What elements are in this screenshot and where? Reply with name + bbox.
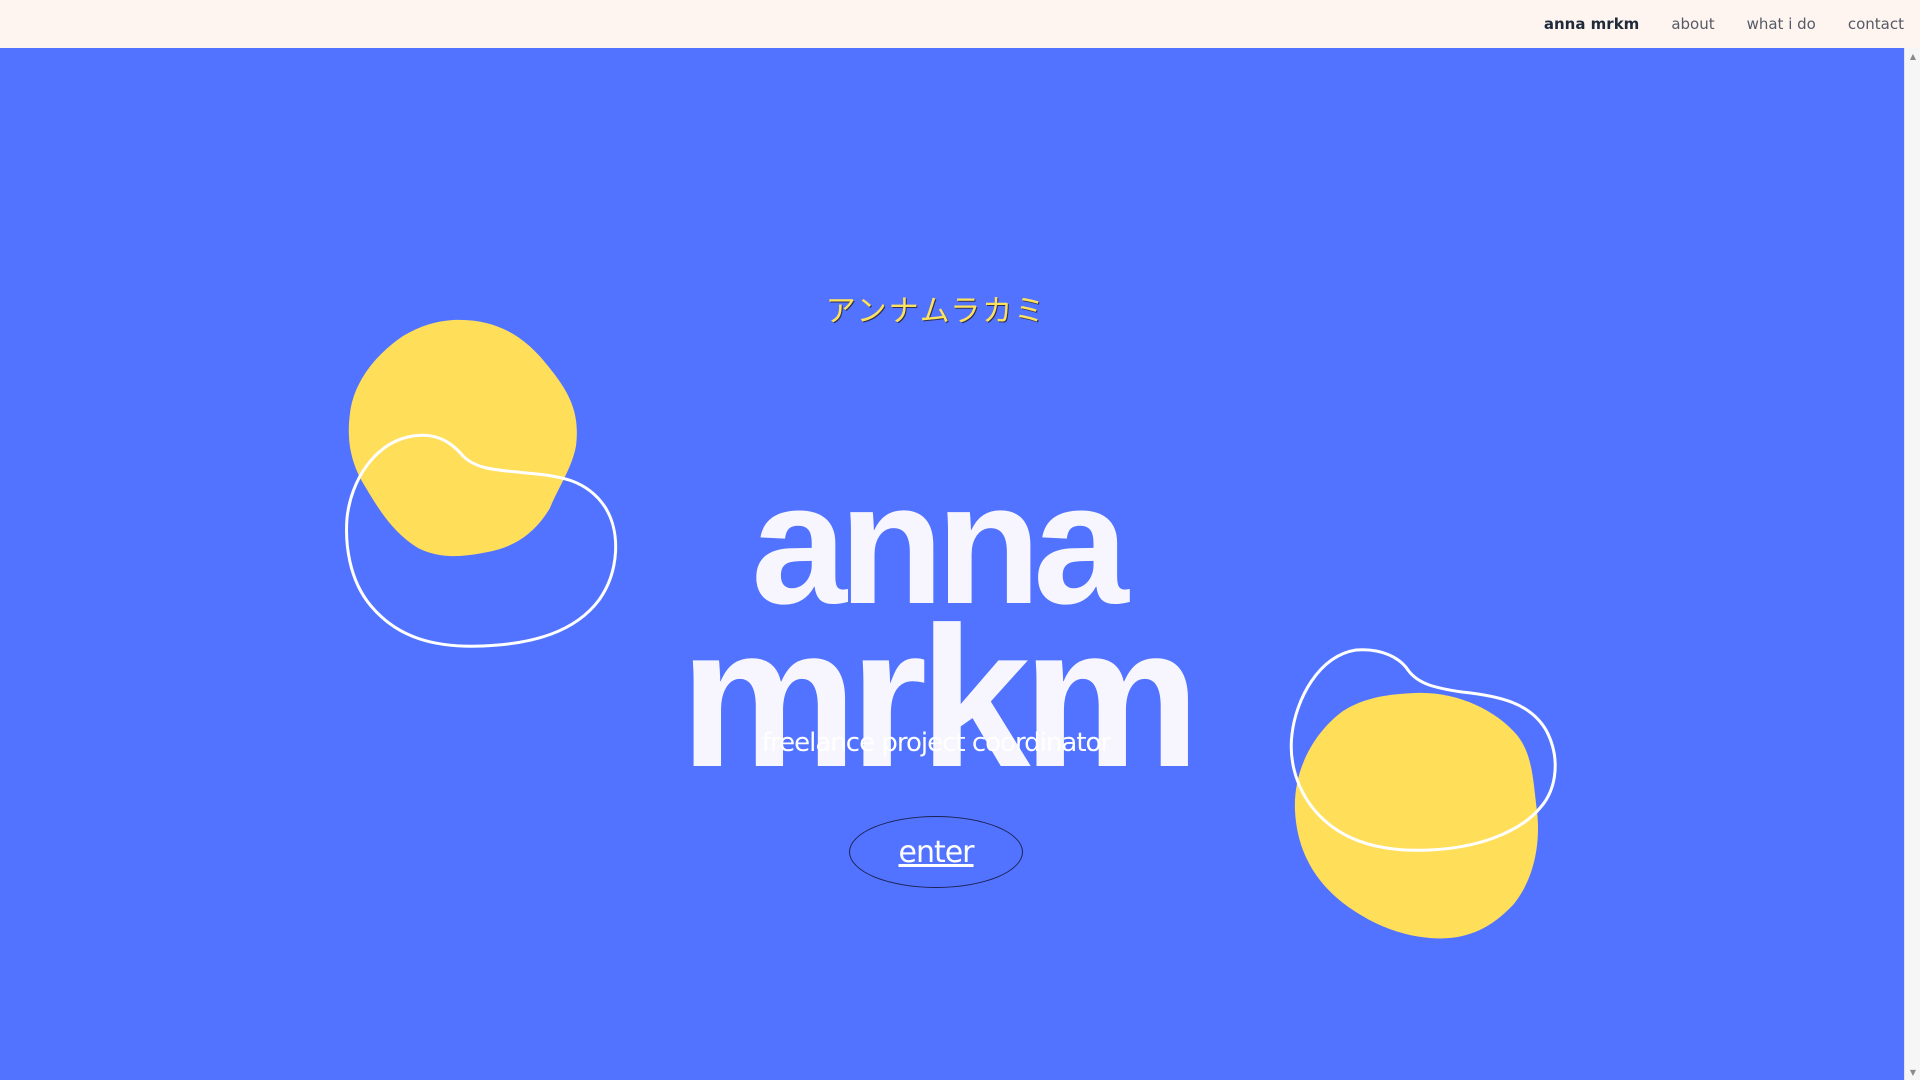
nav-brand-link[interactable]: anna mrkm bbox=[1544, 15, 1639, 33]
name-line-2: mrkm bbox=[679, 586, 1201, 809]
scroll-down-icon[interactable]: ▼ bbox=[1905, 1064, 1920, 1080]
hero-section: アンナムラカミ anna mrkm freelance project coor… bbox=[0, 48, 1904, 1080]
top-bar: anna mrkm about what i do contact bbox=[0, 0, 1920, 48]
vertical-scrollbar[interactable]: ▲ ▼ bbox=[1904, 48, 1920, 1080]
nav-item-about[interactable]: about bbox=[1671, 15, 1714, 33]
tagline: freelance project coordinator bbox=[761, 728, 1111, 758]
enter-button[interactable]: enter bbox=[849, 816, 1023, 888]
main-nav: anna mrkm about what i do contact bbox=[1544, 0, 1904, 48]
nav-item-what-i-do[interactable]: what i do bbox=[1747, 15, 1816, 33]
nav-item-contact[interactable]: contact bbox=[1848, 15, 1904, 33]
scroll-up-icon[interactable]: ▲ bbox=[1905, 48, 1920, 64]
japanese-name: アンナムラカミ bbox=[825, 294, 1047, 329]
